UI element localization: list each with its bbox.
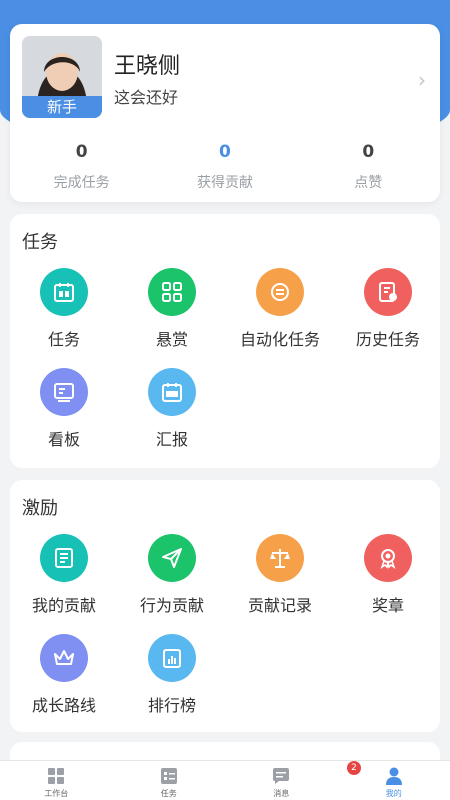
grid-item-behavior-contribution[interactable]: 行为贡献 (118, 534, 226, 616)
tab-workbench[interactable]: 工作台 (0, 761, 113, 800)
grid-label: 贡献记录 (247, 596, 312, 615)
grid-label: 看板 (47, 430, 80, 449)
tab-messages[interactable]: 2 消息 (225, 761, 361, 800)
grid-label: 历史任务 (355, 330, 420, 349)
stat-completed-tasks[interactable]: 0 完成任务 (10, 142, 153, 192)
grid-label: 奖章 (371, 596, 404, 615)
grid-item-medal[interactable]: 奖章 (334, 534, 442, 616)
incentive-section: 激励 我的贡献 行为贡献 贡献记录 奖章 成长路线 排行榜 (10, 480, 440, 732)
stat-value: 0 (75, 142, 88, 162)
stat-value: 0 (362, 142, 375, 162)
avatar[interactable]: 新手 (22, 36, 102, 118)
tab-label: 消息 (273, 789, 290, 798)
crown-icon (40, 634, 88, 682)
grid-item-leaderboard[interactable]: 排行榜 (118, 634, 226, 716)
grid-item-growth-path[interactable]: 成长路线 (10, 634, 118, 716)
tab-label: 工作台 (44, 789, 69, 798)
leaderboard-icon (148, 634, 196, 682)
chevron-right-icon[interactable]: › (418, 68, 426, 92)
grid-label: 行为贡献 (139, 596, 204, 615)
profile-card[interactable]: 新手 王晓侧 这会还好 › 0 完成任务 0 获得贡献 0 点赞 (10, 24, 440, 202)
automation-icon (256, 268, 304, 316)
grid-label: 任务 (47, 330, 80, 349)
level-badge: 新手 (22, 96, 102, 118)
tasks-section: 任务 任务 悬赏 自动化任务 历史任务 看板 汇报 (10, 214, 440, 468)
section-title: 任务 (22, 232, 58, 253)
user-name: 王晓侧 (114, 54, 181, 79)
my-contribution-icon (40, 534, 88, 582)
tab-label: 任务 (160, 789, 177, 798)
message-icon (225, 765, 338, 787)
tab-mine[interactable]: 我的 (338, 761, 450, 800)
user-subtitle: 这会还好 (114, 88, 179, 107)
grid-item-history[interactable]: 历史任务 (334, 268, 442, 350)
stat-likes[interactable]: 0 点赞 (297, 142, 440, 192)
grid-item-report[interactable]: 汇报 (118, 368, 226, 450)
workbench-icon (0, 765, 113, 787)
grid-label: 排行榜 (147, 696, 196, 715)
user-icon (338, 765, 450, 787)
task-list-icon (113, 765, 226, 787)
scale-icon (256, 534, 304, 582)
grid-label: 悬赏 (155, 330, 188, 349)
paper-plane-icon (148, 534, 196, 582)
grid-item-contribution-log[interactable]: 贡献记录 (226, 534, 334, 616)
grid-item-automation[interactable]: 自动化任务 (226, 268, 334, 350)
medal-icon (364, 534, 412, 582)
report-day-icon (148, 368, 196, 416)
grid-item-tasks[interactable]: 任务 (10, 268, 118, 350)
history-doc-icon (364, 268, 412, 316)
section-title: 激励 (22, 498, 58, 519)
bottom-tabbar: 工作台 任务 2 消息 我的 (0, 760, 450, 800)
stat-contribution[interactable]: 0 获得贡献 (153, 142, 296, 192)
grid-label: 我的贡献 (31, 596, 96, 615)
stat-value: 0 (219, 142, 231, 162)
grid-label: 自动化任务 (239, 330, 320, 349)
stat-label: 完成任务 (53, 175, 110, 191)
grid-label: 汇报 (155, 430, 188, 449)
tab-tasks[interactable]: 任务 (113, 761, 226, 800)
stat-label: 点赞 (354, 175, 383, 191)
grid-item-bounty[interactable]: 悬赏 (118, 268, 226, 350)
grid-apps-icon (148, 268, 196, 316)
stat-label: 获得贡献 (196, 175, 253, 191)
stats-row: 0 完成任务 0 获得贡献 0 点赞 (10, 142, 440, 192)
calendar-icon (40, 268, 88, 316)
grid-label: 成长路线 (31, 696, 96, 715)
tab-label: 我的 (385, 789, 402, 798)
grid-item-my-contribution[interactable]: 我的贡献 (10, 534, 118, 616)
grid-item-kanban[interactable]: 看板 (10, 368, 118, 450)
kanban-icon (40, 368, 88, 416)
